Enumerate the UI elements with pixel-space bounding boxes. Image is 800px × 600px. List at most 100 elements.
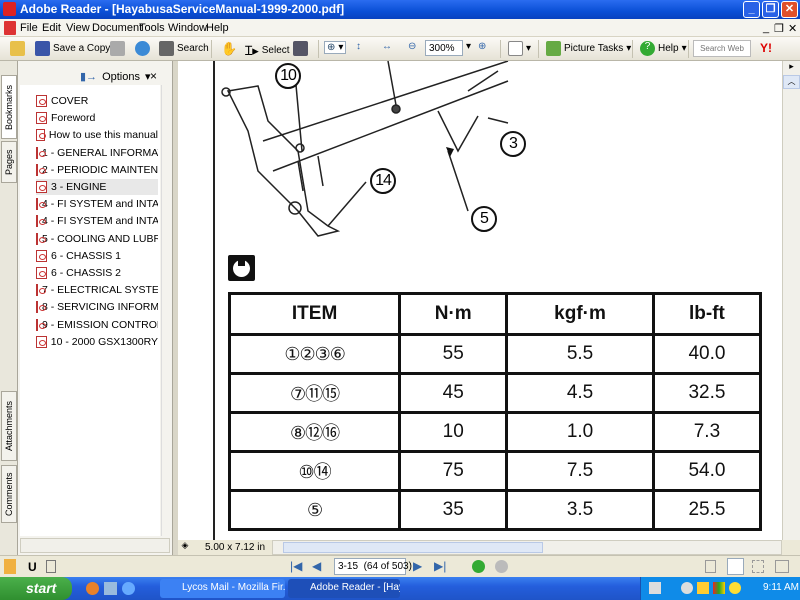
security-tray-icon[interactable]: [697, 582, 709, 594]
panel-hscrollbar[interactable]: [20, 538, 170, 553]
menu-window[interactable]: Window: [168, 22, 207, 34]
page-number-input[interactable]: 3-15 (64 of 503): [334, 558, 412, 575]
picture-tasks-button[interactable]: Picture Tasks ▾: [546, 41, 631, 56]
fit-width-button[interactable]: ↔: [382, 41, 392, 52]
search-button[interactable]: Search: [159, 41, 209, 56]
zoom-tool-button[interactable]: ⊕ ▾: [324, 41, 347, 54]
text-cursor-icon: Ɪ▸: [245, 43, 259, 58]
first-page-button[interactable]: |◀: [290, 559, 302, 573]
facing-icon[interactable]: [775, 560, 789, 573]
doc-restore-button[interactable]: ❐: [774, 22, 784, 35]
help-tray-icon[interactable]: [649, 582, 661, 594]
tab-pages[interactable]: Pages: [1, 141, 17, 183]
select-tool-button[interactable]: Ɪ▸ Select: [245, 41, 290, 59]
zoom-out-button[interactable]: ⊖: [408, 41, 416, 52]
continuous-facing-icon[interactable]: [752, 560, 764, 573]
tab-comments[interactable]: Comments: [1, 465, 17, 523]
task-lycos-mail[interactable]: Lycos Mail - Mozilla Fir...: [160, 579, 285, 598]
menu-view[interactable]: View: [66, 22, 90, 34]
fit-page-button[interactable]: ↕: [356, 41, 361, 52]
bookmark-item[interactable]: 4 - FI SYSTEM and INTAKE AIR SYSTEM: [36, 213, 158, 229]
bookmark-item[interactable]: Foreword: [36, 110, 158, 126]
item-cell: ⑦⑪⑮: [227, 372, 402, 414]
close-button[interactable]: ✕: [781, 1, 798, 18]
bookmark-item[interactable]: 8 - SERVICING INFORMATION: [36, 299, 158, 315]
bookmark-item[interactable]: COVER: [36, 93, 158, 109]
messenger-tray-icon[interactable]: [729, 582, 741, 594]
options-menu[interactable]: ▮→ Options ▾: [80, 70, 151, 84]
bookmark-label: 5 - COOLING AND LUBRICATION SYSTEM: [42, 232, 158, 245]
bookmark-item[interactable]: 6 - CHASSIS 2: [36, 265, 158, 281]
bookmark-label: 4 - FI SYSTEM and INTAKE AIR SYSTEM: [42, 198, 158, 211]
callout-10: 10: [275, 63, 301, 89]
restore-button[interactable]: ❐: [762, 1, 779, 18]
hand-tool-button[interactable]: ✋: [221, 41, 237, 57]
bookmark-item[interactable]: 1 - GENERAL INFORMATION: [36, 145, 158, 161]
task-adobe-reader[interactable]: Adobe Reader - [Hay...: [288, 579, 400, 598]
bookmark-item[interactable]: 4 - FI SYSTEM and INTAKE AIR SYSTEM: [36, 196, 158, 212]
menu-edit[interactable]: Edit: [42, 22, 61, 34]
bookmark-item[interactable]: 5 - COOLING AND LUBRICATION SYSTEM: [36, 231, 158, 247]
save-copy-button[interactable]: Save a Copy: [35, 41, 110, 56]
desktop-quicklaunch-icon[interactable]: [104, 582, 117, 595]
menu-tools[interactable]: Tools: [139, 22, 165, 34]
search-web-input[interactable]: [693, 40, 751, 57]
zoom-input[interactable]: 300%: [425, 40, 463, 56]
tab-bookmarks[interactable]: Bookmarks: [1, 75, 17, 139]
zoom-dropdown[interactable]: ▾: [466, 41, 471, 52]
picture-tasks-label: Picture Tasks: [564, 43, 624, 54]
pdf-bookmark-icon: [36, 249, 47, 262]
yahoo-logo[interactable]: Y!: [760, 41, 772, 55]
clock[interactable]: 9:11 AM: [763, 582, 799, 593]
tab-attachments[interactable]: Attachments: [1, 391, 17, 461]
fit-width-icon: ↔: [382, 41, 392, 52]
security-icon: [4, 559, 16, 574]
typewriter-icon[interactable]: U: [28, 560, 37, 574]
bookmark-item[interactable]: 7 - ELECTRICAL SYSTEM: [36, 282, 158, 298]
email-button[interactable]: [135, 41, 150, 56]
page-layout-icon[interactable]: [46, 560, 56, 573]
bookmark-item[interactable]: 2 - PERIODIC MAINTENANCE: [36, 162, 158, 178]
open-button[interactable]: [10, 41, 25, 56]
menu-file[interactable]: File: [20, 22, 38, 34]
doc-minimize-button[interactable]: _: [763, 22, 769, 34]
doc-close-button[interactable]: ✕: [788, 22, 797, 35]
menu-document[interactable]: Document: [92, 22, 142, 34]
bookmark-scrollbar[interactable]: [161, 85, 172, 536]
close-panel-button[interactable]: ×: [150, 69, 157, 83]
go-forward-icon[interactable]: [495, 560, 508, 573]
single-page-icon[interactable]: [705, 560, 716, 573]
bookmark-item[interactable]: How to use this manual: [36, 127, 158, 143]
help-button[interactable]: ? Help ▾: [640, 41, 687, 56]
menu-help[interactable]: Help: [206, 22, 229, 34]
picture-icon: [546, 41, 561, 56]
zoom-in-button[interactable]: ⊕: [478, 41, 486, 52]
header-lbft: lb-ft: [651, 292, 763, 336]
document-vscrollbar[interactable]: ▸ ︿: [782, 61, 800, 540]
split-handle-icon[interactable]: ◈: [178, 540, 192, 555]
ie-quicklaunch-icon[interactable]: [122, 582, 135, 595]
bookmark-item[interactable]: 6 - CHASSIS 1: [36, 248, 158, 264]
go-back-icon[interactable]: [472, 560, 485, 573]
taskbar: start Lycos Mail - Mozilla Fir... Adobe …: [0, 577, 800, 600]
bookmark-item[interactable]: 9 - EMISSION CONTROL: [36, 317, 158, 333]
bookmark-item[interactable]: 10 - 2000 GSX1300RY: [36, 334, 158, 350]
rotate-button[interactable]: ▾: [508, 41, 531, 56]
next-page-button[interactable]: ▶: [413, 559, 422, 573]
last-page-button[interactable]: ▶|: [434, 559, 446, 573]
document-hscrollbar[interactable]: [272, 540, 782, 555]
continuous-icon[interactable]: [727, 558, 744, 575]
minimize-button[interactable]: _: [743, 1, 760, 18]
bookmark-label: Foreword: [51, 112, 96, 125]
nm-cell: 55: [398, 333, 509, 375]
search-label: Search: [177, 43, 209, 54]
previous-page-button[interactable]: ◀: [312, 559, 321, 573]
kgfm-cell: 5.5: [505, 333, 655, 375]
tray-icon[interactable]: [681, 582, 693, 594]
firefox-quicklaunch-icon[interactable]: [86, 582, 99, 595]
print-button[interactable]: [110, 41, 125, 56]
bookmark-item[interactable]: 3 - ENGINE: [36, 179, 158, 195]
network-tray-icon[interactable]: [713, 582, 725, 594]
snapshot-button[interactable]: [293, 41, 308, 56]
start-button[interactable]: start: [0, 577, 72, 600]
